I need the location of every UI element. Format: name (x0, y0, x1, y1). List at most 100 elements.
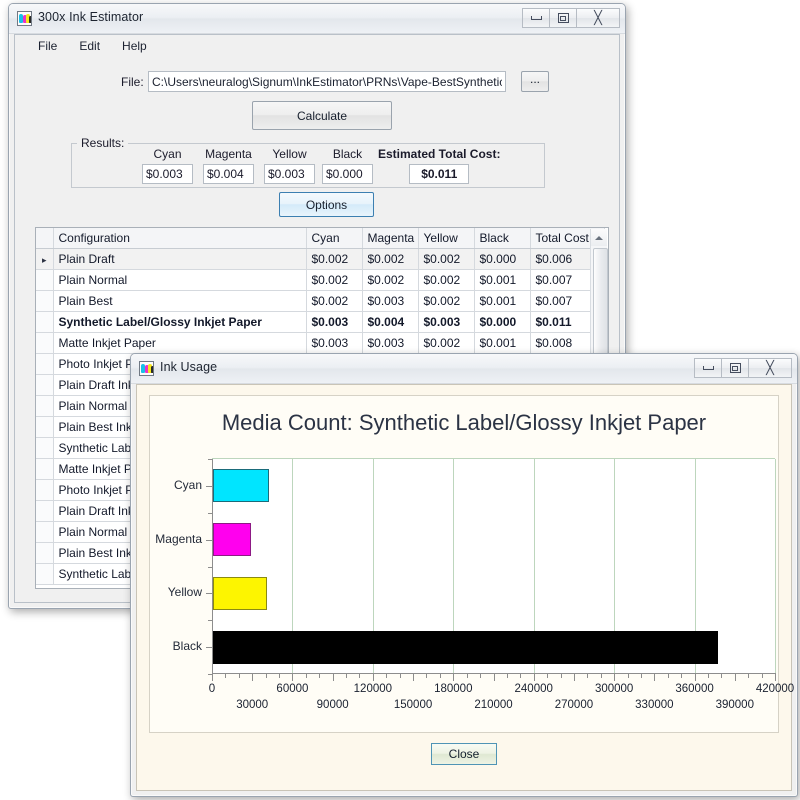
row-selector-cell[interactable] (36, 270, 53, 291)
close-button[interactable]: ╳ (576, 8, 620, 28)
table-cell[interactable]: $0.001 (474, 333, 530, 354)
row-selector-cell[interactable] (36, 291, 53, 312)
x-axis-tick (775, 674, 776, 681)
table-row[interactable]: Matte Inkjet Paper$0.003$0.003$0.002$0.0… (36, 333, 604, 354)
column-header-magenta[interactable]: Magenta (362, 228, 418, 249)
maximize-button[interactable] (549, 8, 577, 28)
table-row[interactable]: Plain Normal$0.002$0.002$0.002$0.001$0.0… (36, 270, 604, 291)
y-axis-tick (206, 647, 212, 648)
x-axis-minor-tick (520, 674, 521, 678)
result-total: Estimated Total Cost: $0.011 (378, 147, 500, 184)
calculate-button[interactable]: Calculate (252, 101, 392, 130)
row-selector-cell[interactable] (36, 375, 53, 396)
x-axis-tick-label: 180000 (434, 683, 472, 695)
table-cell[interactable]: $0.003 (306, 333, 362, 354)
table-cell[interactable]: Plain Best (53, 291, 306, 312)
row-selector-cell[interactable] (36, 459, 53, 480)
result-magenta-label: Magenta (203, 147, 254, 161)
minimize-button[interactable] (522, 8, 550, 28)
row-selector-cell[interactable]: ▸ (36, 249, 53, 270)
table-cell[interactable]: $0.002 (418, 249, 474, 270)
x-axis-minor-tick (561, 674, 562, 678)
chart-bar-magenta (213, 523, 251, 556)
x-axis-minor-tick (748, 674, 749, 678)
menu-bar: File Edit Help (15, 35, 619, 57)
table-cell[interactable]: $0.003 (362, 333, 418, 354)
x-axis-tick (695, 674, 696, 681)
main-window-titlebar[interactable]: 300x Ink Estimator ╳ (9, 4, 625, 34)
table-row[interactable]: ▸Plain Draft$0.002$0.002$0.002$0.000$0.0… (36, 249, 604, 270)
x-axis-tick-label: 30000 (236, 699, 268, 711)
table-cell[interactable]: $0.003 (418, 312, 474, 333)
row-selector-cell[interactable] (36, 543, 53, 564)
options-button[interactable]: Options (279, 192, 374, 217)
row-selector-cell[interactable] (36, 417, 53, 438)
table-cell[interactable]: $0.001 (474, 291, 530, 312)
row-selector-cell[interactable] (36, 522, 53, 543)
file-label: File: (121, 75, 144, 89)
result-cyan-label: Cyan (142, 147, 193, 161)
column-header-yellow[interactable]: Yellow (418, 228, 474, 249)
row-selector-cell[interactable] (36, 354, 53, 375)
y-axis-minor-tick (208, 620, 212, 621)
table-cell[interactable]: $0.002 (306, 291, 362, 312)
file-path-input[interactable] (148, 71, 506, 92)
x-axis-minor-tick (400, 674, 401, 678)
x-axis-tick-label: 90000 (317, 699, 349, 711)
table-row[interactable]: Synthetic Label/Glossy Inkjet Paper$0.00… (36, 312, 604, 333)
table-cell[interactable]: $0.002 (362, 270, 418, 291)
table-cell[interactable]: $0.002 (306, 270, 362, 291)
table-cell[interactable]: Matte Inkjet Paper (53, 333, 306, 354)
result-black: Black $0.000 (322, 147, 373, 184)
result-black-value: $0.000 (322, 164, 373, 184)
table-cell[interactable]: $0.004 (362, 312, 418, 333)
maximize-icon (558, 13, 569, 23)
browse-button[interactable]: ... (521, 71, 549, 92)
row-selector-cell[interactable] (36, 312, 53, 333)
table-cell[interactable]: $0.000 (474, 249, 530, 270)
result-magenta: Magenta $0.004 (203, 147, 254, 184)
menu-item-file[interactable]: File (27, 36, 68, 56)
x-axis-tick (373, 674, 374, 681)
table-cell[interactable]: $0.003 (362, 291, 418, 312)
row-selector-cell[interactable] (36, 564, 53, 585)
close-chart-button[interactable]: Close (431, 743, 497, 765)
table-cell[interactable]: $0.000 (474, 312, 530, 333)
table-row[interactable]: Plain Best$0.002$0.003$0.002$0.001$0.007 (36, 291, 604, 312)
table-cell[interactable]: Plain Draft (53, 249, 306, 270)
x-axis-minor-tick (721, 674, 722, 678)
table-cell[interactable]: $0.002 (418, 291, 474, 312)
menu-item-help[interactable]: Help (111, 36, 158, 56)
chart-plot-area: CyanMagentaYellowBlack030000600009000012… (212, 458, 775, 673)
row-selector-cell[interactable] (36, 438, 53, 459)
table-cell[interactable]: Synthetic Label/Glossy Inkjet Paper (53, 312, 306, 333)
x-axis-minor-tick (386, 674, 387, 678)
table-cell[interactable]: $0.002 (362, 249, 418, 270)
menu-item-edit[interactable]: Edit (68, 36, 111, 56)
maximize-button[interactable] (721, 358, 749, 378)
table-cell[interactable]: $0.001 (474, 270, 530, 291)
chart-window-controls: ╳ (694, 358, 792, 378)
table-cell[interactable]: $0.002 (306, 249, 362, 270)
row-selector-cell[interactable] (36, 333, 53, 354)
column-header-configuration[interactable]: Configuration (53, 228, 306, 249)
ink-usage-window: Ink Usage ╳ Media Count: Synthetic Label… (130, 353, 798, 797)
scroll-up-button[interactable] (591, 229, 607, 246)
x-axis-minor-tick (359, 674, 360, 678)
table-cell[interactable]: $0.002 (418, 270, 474, 291)
row-selector-cell[interactable] (36, 480, 53, 501)
result-total-label: Estimated Total Cost: (378, 147, 500, 161)
x-axis-tick-label: 120000 (354, 683, 392, 695)
table-cell[interactable]: Plain Normal (53, 270, 306, 291)
minimize-icon (703, 366, 714, 370)
row-selector-cell[interactable] (36, 501, 53, 522)
table-cell[interactable]: $0.003 (306, 312, 362, 333)
chart-window-titlebar[interactable]: Ink Usage ╳ (131, 354, 797, 384)
column-header-black[interactable]: Black (474, 228, 530, 249)
row-selector-cell[interactable] (36, 396, 53, 417)
column-header-cyan[interactable]: Cyan (306, 228, 362, 249)
minimize-button[interactable] (694, 358, 722, 378)
close-button[interactable]: ╳ (748, 358, 792, 378)
table-cell[interactable]: $0.002 (418, 333, 474, 354)
x-axis-tick (292, 674, 293, 681)
